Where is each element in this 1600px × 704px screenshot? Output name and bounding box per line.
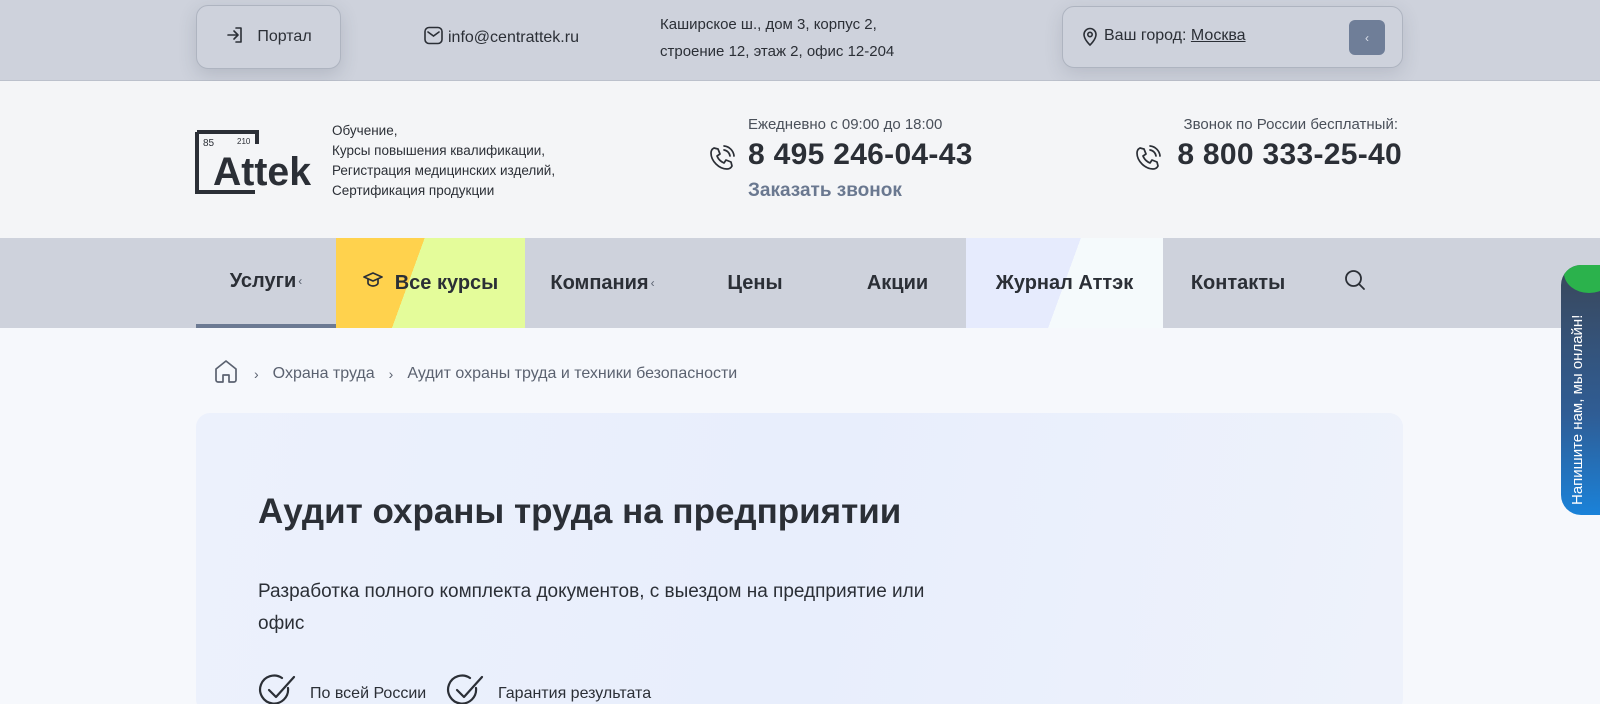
free-call-label: Звонок по России бесплатный:: [1183, 116, 1398, 133]
chat-widget[interactable]: Напишите нам, мы онлайн!: [1561, 265, 1600, 515]
phone-moscow[interactable]: 8 495 246-04-43: [748, 138, 973, 172]
nav-all-courses-label: Все курсы: [394, 271, 499, 294]
chevron-right-icon: ›: [388, 365, 394, 382]
city-toggle-button[interactable]: ‹: [1349, 20, 1385, 55]
email-link[interactable]: info@centrattek.ru: [423, 25, 579, 51]
nav-journal[interactable]: Журнал Аттэк: [966, 238, 1163, 328]
hero-banner: [196, 413, 1403, 704]
content-background: [1400, 328, 1561, 704]
city-selector[interactable]: Ваш город: Москва ‹: [1062, 6, 1403, 68]
nav-company[interactable]: Компания ‹: [525, 238, 680, 328]
phone-icon: [1134, 144, 1162, 177]
tagline-line: Обучение,: [332, 123, 398, 138]
chevron-left-icon: ‹: [650, 276, 655, 290]
breadcrumb-current: Аудит охраны труда и техники безопасност…: [407, 364, 738, 382]
chat-widget-text: Напишите нам, мы онлайн!: [1569, 314, 1586, 505]
location-pin-icon: [1081, 27, 1099, 52]
nav-promos-label: Акции: [866, 271, 929, 294]
callback-link[interactable]: Заказать звонок: [748, 180, 902, 202]
search-icon: [1343, 268, 1367, 298]
tagline: Обучение, Курсы повышения квалификации, …: [332, 121, 555, 201]
check-circle-icon: [446, 674, 486, 704]
nav-company-label: Компания: [550, 271, 649, 294]
nav-journal-label: Журнал Аттэк: [995, 271, 1134, 294]
city-name[interactable]: Москва: [1191, 27, 1246, 44]
breadcrumb: › Охрана труда › Аудит охраны труда и те…: [212, 357, 737, 390]
portal-label: Портал: [257, 28, 312, 45]
phone-icon: [708, 144, 736, 177]
login-icon: [225, 25, 245, 50]
city-label: Ваш город: Москва: [1104, 27, 1246, 45]
tagline-line: Регистрация медицинских изделий,: [332, 163, 556, 178]
address: Каширское ш., дом 3, корпус 2, строение …: [660, 11, 894, 65]
home-icon[interactable]: [212, 357, 240, 390]
graduation-cap-icon: [362, 271, 383, 295]
feature-item: По всей России: [258, 674, 426, 704]
address-line-1: Каширское ш., дом 3, корпус 2,: [660, 16, 877, 33]
logo-number-right: 210: [237, 137, 251, 146]
chevron-left-icon: ‹: [1365, 30, 1369, 45]
nav-services[interactable]: Услуги ‹: [196, 238, 336, 328]
address-line-2: строение 12, этаж 2, офис 12-204: [660, 43, 895, 60]
feature-label: По всей России: [310, 684, 427, 702]
phone-russia[interactable]: 8 800 333-25-40: [1177, 138, 1402, 172]
city-prefix: Ваш город:: [1104, 27, 1187, 44]
logo-number-left: 85: [203, 138, 215, 149]
nav-all-courses[interactable]: Все курсы: [336, 238, 525, 328]
nav-contacts[interactable]: Контакты: [1163, 238, 1313, 328]
feature-label: Гарантия результата: [498, 684, 652, 702]
logo-text: Attek: [213, 150, 312, 194]
mail-icon: [423, 25, 444, 51]
page-title: Аудит охраны труда на предприятии: [258, 492, 902, 531]
tagline-line: Курсы повышения квалификации,: [332, 143, 546, 158]
nav-contacts-label: Контакты: [1190, 271, 1286, 294]
feature-item: Гарантия результата: [446, 674, 651, 704]
search-button[interactable]: [1330, 238, 1380, 328]
tagline-line: Сертификация продукции: [332, 183, 495, 198]
nav-services-label: Услуги: [229, 269, 297, 292]
portal-button[interactable]: Портал: [196, 5, 341, 69]
main-nav: Услуги ‹ Все курсы Компания ‹ Цены Акции Ж…: [0, 238, 1600, 328]
top-bar: Портал info@centrattek.ru Каширское ш., …: [0, 0, 1600, 81]
breadcrumb-item[interactable]: Охрана труда: [273, 365, 375, 383]
hero-subtitle: Разработка полного комплекта документов,…: [258, 581, 925, 634]
check-circle-icon: [258, 674, 298, 704]
working-hours: Ежедневно с 09:00 до 18:00: [748, 116, 943, 133]
nav-prices[interactable]: Цены: [690, 238, 820, 328]
chevron-left-icon: ‹: [298, 274, 303, 288]
email-text: info@centrattek.ru: [448, 29, 579, 46]
logo[interactable]: 85 210 Attek: [195, 130, 313, 194]
chevron-right-icon: ›: [254, 365, 259, 382]
nav-prices-label: Цены: [727, 271, 783, 294]
nav-promos[interactable]: Акции: [830, 238, 965, 328]
